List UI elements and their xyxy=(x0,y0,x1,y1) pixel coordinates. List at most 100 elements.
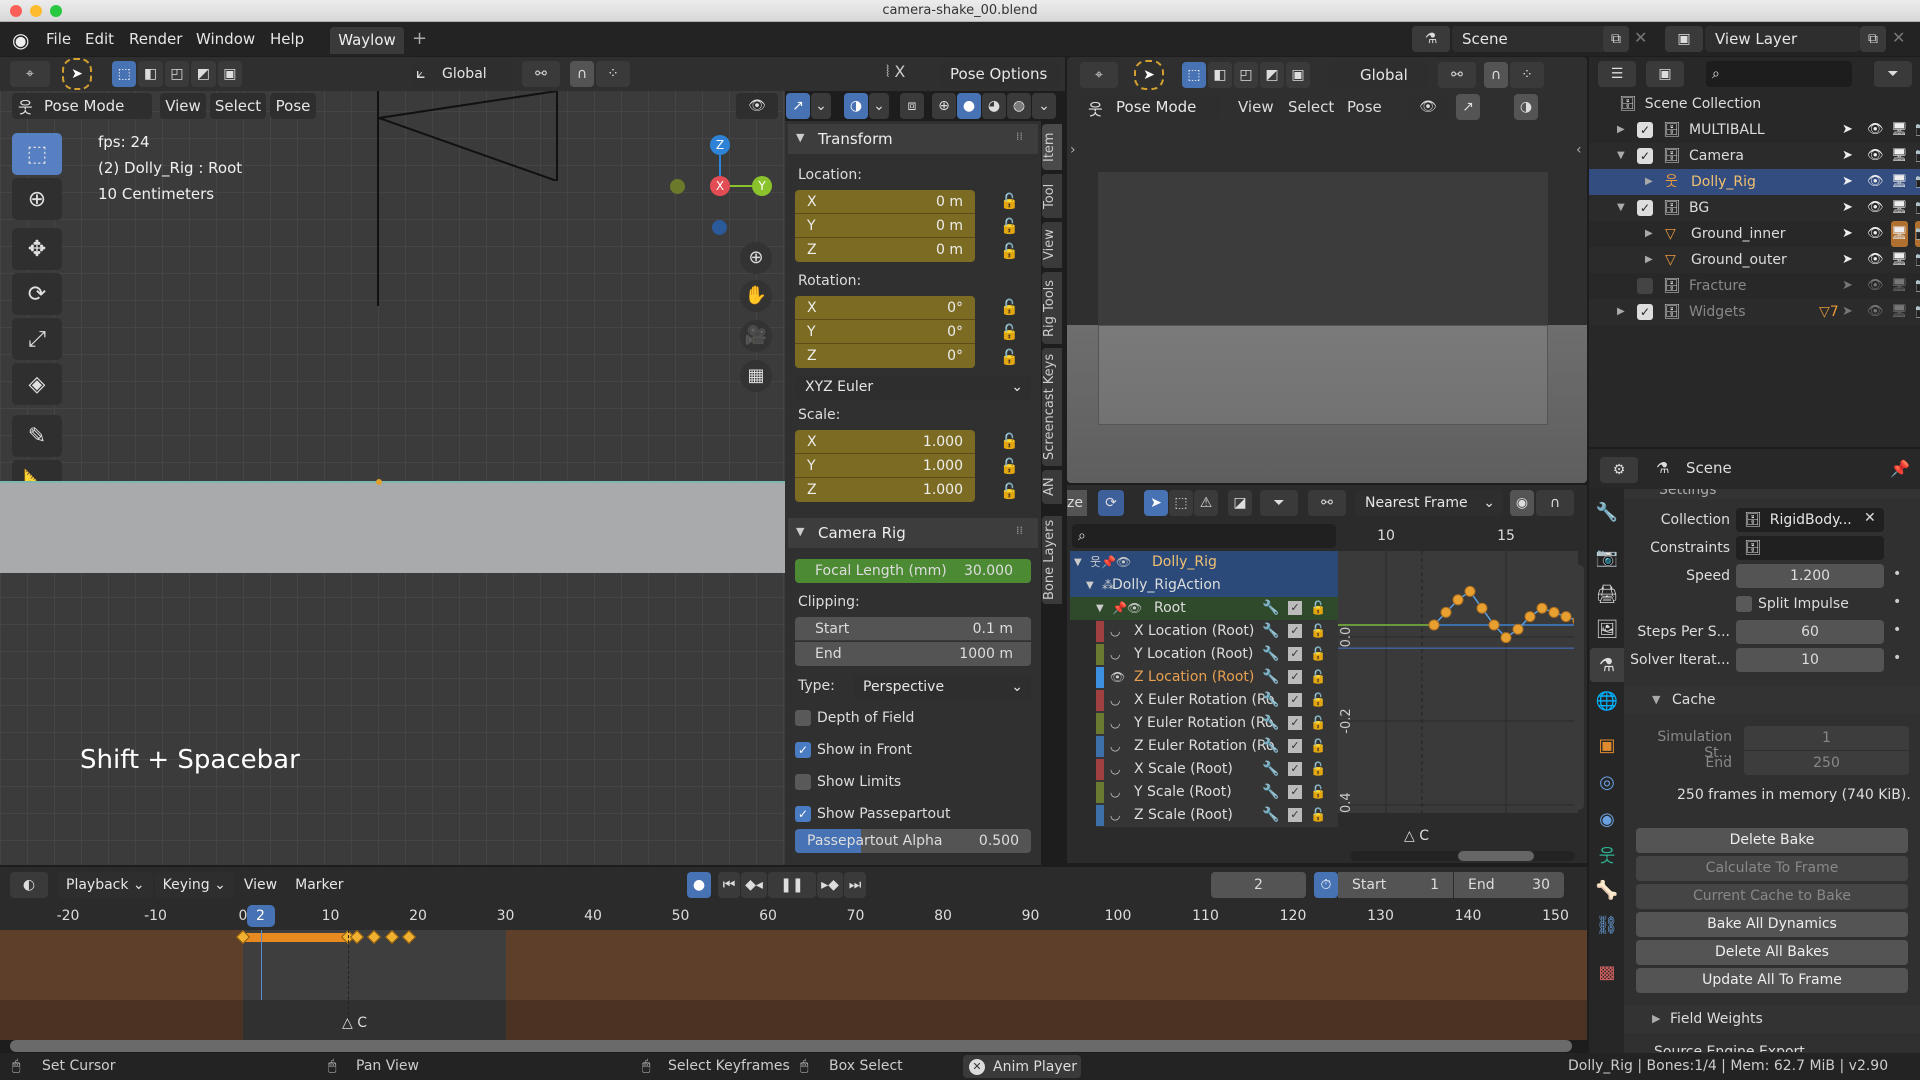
cache-subpanel-header[interactable]: Cache xyxy=(1624,686,1920,714)
mirror-x-icon[interactable]: ⦚ X xyxy=(886,62,905,82)
select-new-icon[interactable]: ⬚ xyxy=(1182,62,1206,88)
select-arrow-icon[interactable]: ➤ xyxy=(1842,195,1853,221)
gizmo-toggle-icon[interactable]: ↗ xyxy=(786,93,810,119)
tab-bone-constraints-icon[interactable]: ⛓ xyxy=(1590,908,1624,942)
lock-icon[interactable]: 🔓 xyxy=(1310,597,1326,620)
rendered-shading-icon[interactable]: ◍ xyxy=(1007,93,1031,119)
snap-toggle-icon[interactable]: ∩ xyxy=(1484,62,1508,88)
mute-checkbox[interactable]: ✓ xyxy=(1288,739,1302,753)
outliner-view-layer-icon[interactable]: ▣ xyxy=(1646,61,1684,87)
snap-toggle-icon[interactable]: ∩ xyxy=(570,61,594,87)
camera-view-icon[interactable]: 🎥 xyxy=(740,320,772,352)
lock-location-y-icon[interactable]: 🔓 xyxy=(1000,217,1019,235)
properties-editor-type-icon[interactable]: ⚙ xyxy=(1600,457,1638,483)
tab-constraints-icon[interactable]: ◉ xyxy=(1590,802,1624,836)
graph-area[interactable]: 0.0 -0.2 -0.4 xyxy=(1338,551,1578,813)
preview-range-icon[interactable]: ⏱ xyxy=(1314,872,1338,898)
current-frame-field[interactable]: 2 xyxy=(1211,872,1306,898)
tab-physics-icon[interactable]: ◎ xyxy=(1590,765,1624,799)
overlay-dropdown-icon[interactable]: ⌄ xyxy=(869,93,889,119)
viewport-visibility-icon[interactable]: 🖥 xyxy=(1891,273,1908,299)
keyframe-dot-icon[interactable]: • xyxy=(1893,650,1901,666)
tab-view-layer-icon[interactable]: 🖼 xyxy=(1590,612,1624,646)
modifier-wrench-icon[interactable]: 🔧 xyxy=(1262,689,1279,712)
lasso-select-icon[interactable]: ➤ xyxy=(1134,60,1164,90)
camera-type-dropdown[interactable]: Perspective ⌄ xyxy=(853,675,1031,699)
curve-icon[interactable]: ◡ xyxy=(1110,689,1120,712)
menu-help[interactable]: Help xyxy=(270,30,304,48)
scrollbar-thumb[interactable] xyxy=(1458,851,1534,861)
exclude-checkbox[interactable]: ✓ xyxy=(1637,122,1653,138)
curve-icon[interactable]: 웃📌👁 xyxy=(1090,551,1131,574)
expand-arrow-icon[interactable]: ▶ xyxy=(1645,247,1653,273)
curve-icon[interactable]: ◡ xyxy=(1110,804,1120,827)
location-y-field[interactable]: Y 0 m xyxy=(795,214,975,238)
new-scene-icon[interactable]: ⧉ xyxy=(1603,26,1629,52)
channel-search-input[interactable]: ⌕ xyxy=(1072,524,1336,548)
cache-button-delete-all-bakes[interactable]: Delete All Bakes xyxy=(1636,940,1908,965)
expand-arrow-icon[interactable]: ▶ xyxy=(1617,117,1625,143)
collection-field[interactable]: 🗄 RigidBody... xyxy=(1736,508,1884,532)
scale-y-field[interactable]: Y 1.000 xyxy=(795,454,975,478)
menu-select[interactable]: Select xyxy=(210,93,266,119)
clip-start-field[interactable]: Start 0.1 m xyxy=(795,617,1031,641)
create-ghost-curves-icon[interactable]: ◪ xyxy=(1228,490,1252,516)
snap-mode-dropdown[interactable]: Nearest Frame ⌄ xyxy=(1355,490,1503,516)
outliner-row[interactable]: ▶ ▽ Ground_inner ➤ 👁 🖥 📷 xyxy=(1589,221,1920,247)
channel-row[interactable]: ▼ 📌👁 Root 🔧 ✓ 🔓 xyxy=(1070,597,1338,620)
cache-button-calculate-to-frame[interactable]: Calculate To Frame xyxy=(1636,856,1908,881)
eye-icon[interactable]: 👁 xyxy=(1867,247,1884,273)
scale-x-field[interactable]: X 1.000 xyxy=(795,430,975,454)
pose-options-dropdown[interactable]: Pose Options xyxy=(940,61,1060,87)
expand-sidebar-icon[interactable]: ‹ xyxy=(1576,142,1582,158)
select-arrow-icon[interactable]: ➤ xyxy=(1842,221,1853,247)
xray-toggle-icon[interactable]: ⧈ xyxy=(900,93,924,119)
lock-icon[interactable]: 🔓 xyxy=(1310,804,1326,827)
zoom-view-icon[interactable]: ⊕ xyxy=(740,242,772,274)
render-visibility-icon[interactable]: 📷 xyxy=(1915,117,1920,143)
expand-toolbar-icon[interactable]: › xyxy=(1070,142,1076,158)
graph-h-scrollbar[interactable] xyxy=(1350,851,1575,861)
pause-icon[interactable]: ❚❚ xyxy=(768,872,816,898)
timeline-marker[interactable]: △ C xyxy=(342,1015,367,1031)
gizmo-dropdown-icon[interactable]: ⌄ xyxy=(811,93,831,119)
location-z-field[interactable]: Z 0 m xyxy=(795,238,975,262)
prev-keyframe-icon[interactable]: ◆◂ xyxy=(741,872,767,898)
collapse-arrow-icon[interactable]: ▼ xyxy=(1096,597,1104,620)
exclude-checkbox[interactable]: ✓ xyxy=(1637,148,1653,164)
graph-frame-ruler[interactable]: 101520 xyxy=(1338,520,1635,550)
viewport-visibility-icon[interactable]: 🖥 xyxy=(1891,169,1908,195)
anim-player-button[interactable]: ✕ Anim Player xyxy=(963,1055,1081,1078)
visibility-selectability-icon[interactable]: 👁 xyxy=(736,93,778,119)
menu-keying[interactable]: Keying ⌄ xyxy=(154,872,234,898)
select-arrow-icon[interactable]: ➤ xyxy=(1842,117,1853,143)
rotation-y-field[interactable]: Y 0° xyxy=(795,320,975,344)
curve-icon[interactable]: ◡ xyxy=(1110,758,1120,781)
lock-scale-x-icon[interactable]: 🔓 xyxy=(1000,432,1019,450)
lock-icon[interactable]: 🔓 xyxy=(1310,781,1326,804)
outliner-row[interactable]: ▼ ✓ 🗄 BG ➤ 👁 🖥 📷 xyxy=(1589,195,1920,221)
passepartout-alpha-slider[interactable]: Passepartout Alpha 0.500 xyxy=(795,829,1031,853)
curve-icon[interactable]: ◡ xyxy=(1110,712,1120,735)
tool-cursor[interactable]: ⊕ xyxy=(12,178,62,220)
lock-location-x-icon[interactable]: 🔓 xyxy=(1000,192,1019,210)
lock-scale-z-icon[interactable]: 🔓 xyxy=(1000,482,1019,500)
select-invert-icon[interactable]: ◩ xyxy=(191,61,216,87)
add-workspace-button[interactable]: + xyxy=(412,28,427,49)
select-subtract-icon[interactable]: ◰ xyxy=(1234,62,1258,88)
pin-icon[interactable]: 📌 xyxy=(1890,459,1910,478)
npanel-tab-tool[interactable]: Tool xyxy=(1042,174,1062,218)
curve-icon[interactable]: 📌👁 xyxy=(1112,597,1142,620)
render-visibility-icon[interactable]: 📷 xyxy=(1915,221,1920,247)
gizmo-neg-z[interactable] xyxy=(712,220,727,235)
depth-of-field-checkbox[interactable]: Depth of Field xyxy=(795,710,914,726)
shading-dropdown-icon[interactable]: ⌄ xyxy=(1032,93,1056,119)
jump-end-icon[interactable]: ⏭ xyxy=(844,872,866,898)
outliner-row[interactable]: ▼ ✓ 🗄 Camera ➤ 👁 🖥 📷 xyxy=(1589,143,1920,169)
auto-keying-icon[interactable]: ● xyxy=(687,872,711,898)
new-view-layer-icon[interactable]: ⧉ xyxy=(1860,26,1886,52)
select-arrow-icon[interactable]: ➤ xyxy=(1842,273,1853,299)
select-intersect-icon[interactable]: ▣ xyxy=(217,61,243,87)
focal-length-field[interactable]: Focal Length (mm) 30.000 xyxy=(795,559,1031,583)
workspace-tab-waylow[interactable]: Waylow xyxy=(330,27,404,54)
